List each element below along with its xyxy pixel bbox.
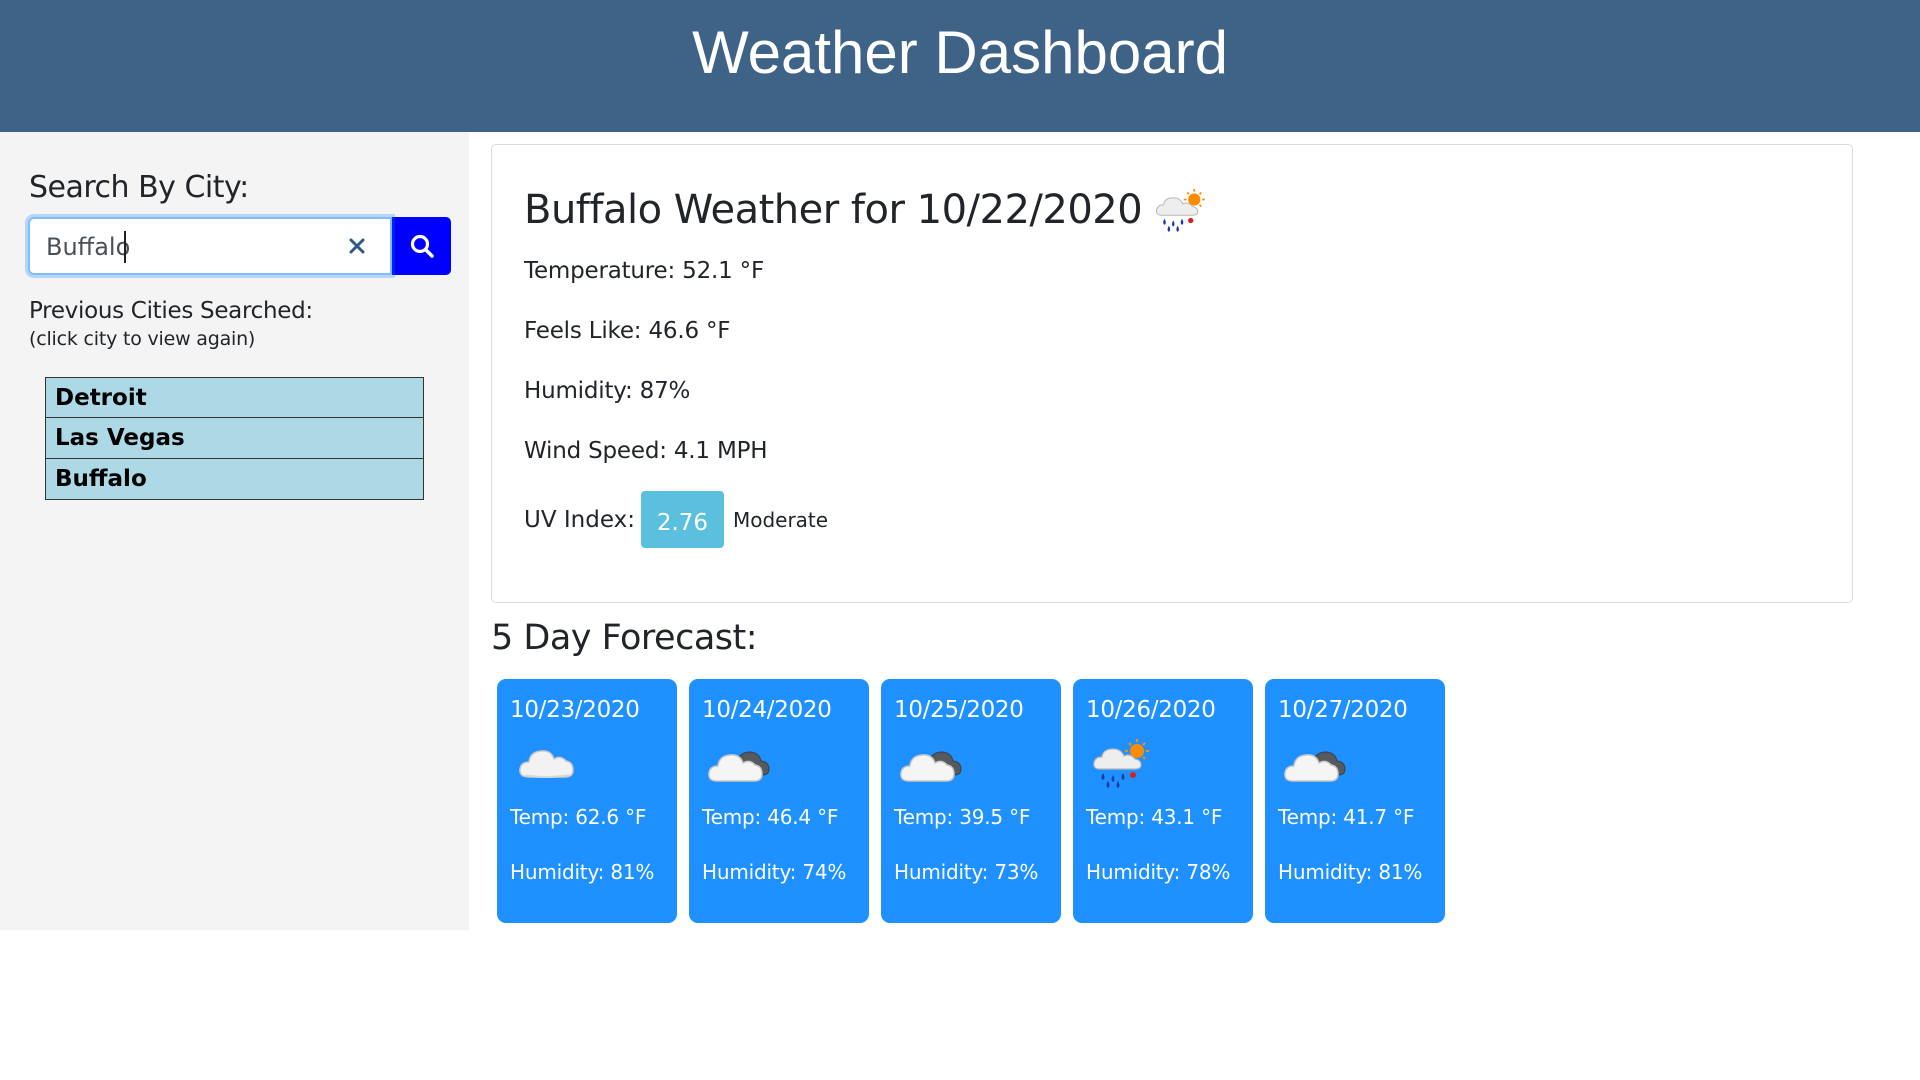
- forecast-date: 10/26/2020: [1086, 697, 1216, 723]
- forecast-date: 10/24/2020: [702, 697, 832, 723]
- forecast-temp: Temp: 62.6 °F: [510, 805, 647, 829]
- forecast-temp: Temp: 46.4 °F: [702, 805, 839, 829]
- forecast-card: 10/25/2020 Temp: 39.5 °F Humidity: 73%: [881, 679, 1061, 923]
- uv-index-rating: Moderate: [732, 507, 829, 532]
- search-label: Search By City:: [29, 170, 249, 205]
- forecast-date: 10/25/2020: [894, 697, 1024, 723]
- forecast-humidity: Humidity: 81%: [1278, 860, 1423, 884]
- temperature-value: Temperature: 52.1 °F: [524, 258, 765, 284]
- search-field[interactable]: [28, 217, 392, 275]
- uv-index-label: UV Index:: [524, 506, 635, 533]
- forecast-title: 5 Day Forecast:: [491, 618, 758, 658]
- text-caret: [124, 231, 126, 263]
- city-item-buffalo[interactable]: Buffalo: [45, 459, 424, 500]
- previous-cities-list: Detroit Las Vegas Buffalo: [45, 377, 424, 500]
- page-title: Weather Dashboard: [692, 19, 1228, 86]
- search-input[interactable]: [46, 227, 346, 267]
- forecast-temp: Temp: 39.5 °F: [894, 805, 1031, 829]
- search-button[interactable]: [392, 217, 451, 275]
- forecast-humidity: Humidity: 74%: [702, 860, 847, 884]
- sidebar: Search By City: Previous Cities Searched…: [0, 132, 469, 930]
- forecast-date: 10/23/2020: [510, 697, 640, 723]
- current-weather-title: Buffalo Weather for 10/22/2020: [524, 187, 1210, 233]
- app-header: Weather Dashboard: [0, 0, 1920, 132]
- forecast-temp: Temp: 41.7 °F: [1278, 805, 1415, 829]
- forecast-date: 10/27/2020: [1278, 697, 1408, 723]
- humidity-value: Humidity: 87%: [524, 378, 691, 404]
- overcast-icon: [899, 737, 963, 789]
- close-icon[interactable]: [344, 233, 370, 259]
- rain-sun-icon: [1154, 187, 1210, 233]
- current-weather-card: Buffalo Weather for 10/22/2020 Temperatu…: [491, 144, 1853, 603]
- forecast-card: 10/23/2020 Temp: 62.6 °F Humidity: 81%: [497, 679, 677, 923]
- forecast-temp: Temp: 43.1 °F: [1086, 805, 1223, 829]
- forecast-humidity: Humidity: 73%: [894, 860, 1039, 884]
- forecast-card: 10/26/2020 Temp: 43.1 °F Humidity: 78%: [1073, 679, 1253, 923]
- city-item-las-vegas[interactable]: Las Vegas: [45, 418, 424, 459]
- uv-index-badge: 2.76: [640, 491, 724, 548]
- forecast-card: 10/24/2020 Temp: 46.4 °F Humidity: 74%: [689, 679, 869, 923]
- city-item-detroit[interactable]: Detroit: [45, 377, 424, 418]
- forecast-card: 10/27/2020 Temp: 41.7 °F Humidity: 81%: [1265, 679, 1445, 923]
- feels-like-value: Feels Like: 46.6 °F: [524, 318, 731, 344]
- rain-sun-icon: [1091, 737, 1155, 789]
- uv-index-row: UV Index: 2.76 Moderate: [524, 491, 828, 548]
- previous-cities-label: Previous Cities Searched:: [29, 298, 313, 324]
- wind-speed-value: Wind Speed: 4.1 MPH: [524, 438, 768, 464]
- search-icon: [410, 234, 434, 258]
- search-row: [28, 217, 451, 275]
- cloud-icon: [515, 737, 579, 789]
- overcast-icon: [707, 737, 771, 789]
- forecast-humidity: Humidity: 78%: [1086, 860, 1231, 884]
- overcast-icon: [1283, 737, 1347, 789]
- current-weather-heading: Buffalo Weather for 10/22/2020: [524, 187, 1143, 233]
- forecast-row: 10/23/2020 Temp: 62.6 °F Humidity: 81% 1…: [497, 679, 1445, 923]
- previous-cities-hint: (click city to view again): [29, 328, 256, 350]
- forecast-humidity: Humidity: 81%: [510, 860, 655, 884]
